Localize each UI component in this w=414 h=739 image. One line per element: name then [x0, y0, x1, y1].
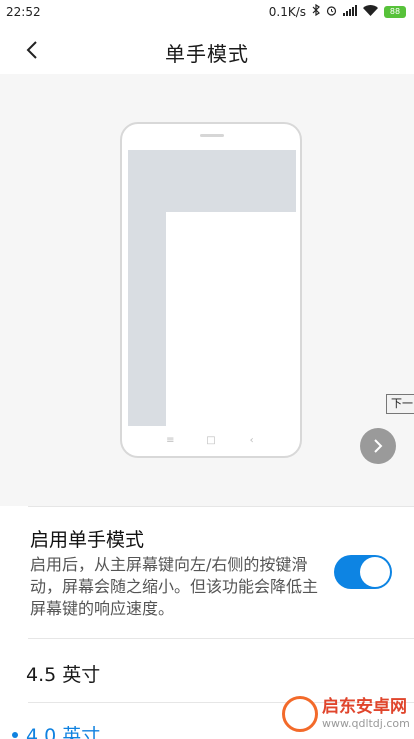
- selected-dot-icon: [12, 732, 18, 738]
- header: 单手模式: [0, 26, 414, 74]
- next-tooltip: 下一: [386, 394, 414, 414]
- watermark-logo-icon: [282, 695, 318, 732]
- next-button[interactable]: [360, 428, 396, 464]
- setting-title: 启用单手模式: [30, 529, 145, 551]
- home-key-icon: □: [206, 435, 216, 446]
- one-hand-preview: ≡ □ ‹: [0, 74, 414, 506]
- phone-earpiece: [200, 134, 224, 137]
- toggle-knob: [360, 557, 390, 587]
- wifi-icon: [363, 4, 378, 19]
- one-hand-mode-toggle[interactable]: [334, 555, 392, 589]
- size-option-4-5[interactable]: 4.5 英寸: [26, 660, 100, 687]
- phone-illustration: ≡ □ ‹: [120, 122, 302, 458]
- phone-screen: [128, 150, 296, 426]
- page-title: 单手模式: [165, 42, 249, 66]
- chevron-right-icon: [374, 439, 383, 453]
- divider: [28, 638, 414, 639]
- size-option-4-0[interactable]: 4.0 英寸: [26, 721, 100, 739]
- shrunk-screen: [166, 212, 296, 426]
- network-speed: 0.1K/s: [268, 4, 306, 19]
- status-bar: 22:52 0.1K/s 88: [0, 0, 414, 26]
- alarm-icon: [326, 5, 337, 19]
- back-key-icon: ‹: [249, 435, 254, 446]
- status-icons: 0.1K/s 88: [268, 3, 406, 19]
- status-time: 22:52: [6, 5, 41, 19]
- watermark-url: www.qdltdj.com: [322, 717, 410, 730]
- divider: [28, 506, 414, 507]
- menu-key-icon: ≡: [166, 435, 175, 446]
- phone-nav-keys: ≡ □ ‹: [122, 435, 300, 446]
- battery-indicator: 88: [384, 5, 406, 18]
- setting-description: 启用后，从主屏幕键向左/右侧的按键滑动，屏幕会随之缩小。但该功能会降低主屏幕键的…: [30, 555, 319, 618]
- watermark: 启东安卓网 www.qdltdj.com: [282, 688, 414, 739]
- watermark-name: 启东安卓网: [322, 697, 407, 717]
- bluetooth-icon: [312, 3, 320, 19]
- signal-icon: [343, 4, 357, 19]
